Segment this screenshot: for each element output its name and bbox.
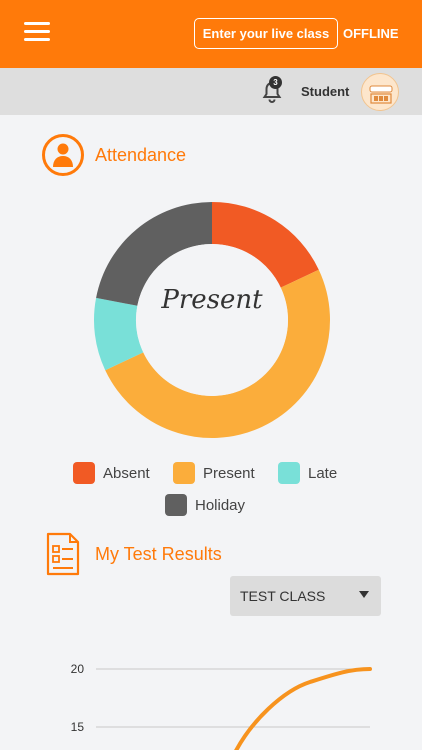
- legend-item-absent[interactable]: Absent: [73, 462, 150, 484]
- legend-item-holiday[interactable]: Holiday: [165, 494, 245, 516]
- user-name: Student: [301, 84, 350, 99]
- legend-item-present[interactable]: Present: [173, 462, 255, 484]
- donut-center-label: Present: [161, 285, 263, 315]
- y-tick-label-15: 15: [71, 720, 85, 734]
- legend-swatch-absent: [73, 462, 95, 484]
- notification-count-badge: 3: [269, 76, 282, 89]
- class-select-dropdown[interactable]: TEST CLASS: [230, 576, 381, 616]
- test-results-title: My Test Results: [95, 544, 222, 564]
- dropdown-arrow-icon: [359, 591, 369, 598]
- connection-status: OFFLINE: [343, 26, 399, 41]
- legend-label-late: Late: [308, 464, 338, 482]
- hamburger-menu-icon[interactable]: [24, 22, 50, 44]
- donut-hole: [136, 244, 288, 396]
- selected-class-label: TEST CLASS: [240, 588, 326, 604]
- user-bar: [0, 68, 422, 115]
- series-line: [234, 667, 372, 750]
- legend-swatch-present: [173, 462, 195, 484]
- legend-label-present: Present: [203, 464, 255, 482]
- enter-live-class-button[interactable]: Enter your live class: [194, 18, 338, 49]
- app-header: Enter your live class OFFLINE: [0, 0, 422, 68]
- user-circle-icon: [42, 134, 84, 176]
- test-document-icon: [46, 532, 80, 576]
- legend-item-late[interactable]: Late: [278, 462, 337, 484]
- legend-label-absent: Absent: [103, 464, 150, 482]
- legend-swatch-holiday: [165, 494, 187, 516]
- y-tick-label-20: 20: [71, 662, 85, 676]
- attendance-donut-chart: [94, 202, 330, 438]
- test-results-line-chart: 2015: [71, 662, 372, 750]
- avatar[interactable]: [361, 73, 399, 111]
- legend-swatch-late: [278, 462, 300, 484]
- attendance-title: Attendance: [95, 145, 187, 165]
- legend-label-holiday: Holiday: [195, 496, 246, 514]
